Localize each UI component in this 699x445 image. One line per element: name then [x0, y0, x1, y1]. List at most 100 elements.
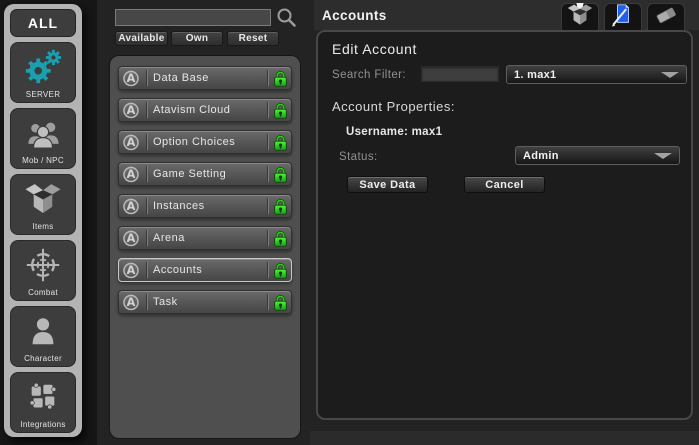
atavism-logo-icon	[122, 101, 140, 119]
divider	[267, 198, 268, 214]
eraser-icon	[654, 3, 678, 32]
sidebar-item-items[interactable]: Items	[10, 174, 76, 235]
divider	[146, 230, 147, 246]
green-lock-icon	[274, 262, 287, 279]
atavism-logo-icon	[122, 197, 140, 215]
sidebar-item-integrations[interactable]: Integrations	[10, 372, 76, 433]
divider	[267, 102, 268, 118]
sidebar-item-combat[interactable]: Combat	[10, 240, 76, 301]
box-icon	[11, 175, 75, 222]
chevron-down-icon	[654, 153, 672, 159]
sidebar-item-label: SERVER	[26, 90, 61, 102]
people-icon	[11, 109, 75, 156]
divider	[267, 134, 268, 150]
status-select[interactable]: Admin	[515, 146, 680, 165]
open-box-icon	[567, 3, 593, 31]
sidebar-item-server[interactable]: SERVER	[10, 42, 76, 103]
account-select-value: 1. max1	[514, 69, 556, 81]
account-properties-heading: Account Properties:	[332, 99, 455, 114]
module-row[interactable]: Task	[118, 290, 292, 314]
atavism-logo-icon	[122, 293, 140, 311]
person-icon	[11, 307, 75, 354]
sidebar-item-label: Character	[24, 354, 62, 366]
module-label: Atavism Cloud	[153, 104, 261, 116]
status-select-value: Admin	[523, 150, 559, 162]
target-icon	[11, 241, 75, 288]
panel-title: Accounts	[322, 0, 387, 30]
sidebar-item-label: Integrations	[20, 420, 65, 432]
username-line: Username: max1	[346, 126, 442, 138]
green-lock-icon	[274, 102, 287, 119]
divider	[267, 230, 268, 246]
divider	[146, 166, 147, 182]
green-lock-icon	[274, 198, 287, 215]
username-value: max1	[412, 126, 443, 138]
atavism-logo-icon	[122, 133, 140, 151]
sidebar-item-label: Combat	[28, 288, 58, 300]
divider	[267, 166, 268, 182]
divider	[146, 294, 147, 310]
box-tab[interactable]	[561, 3, 599, 30]
module-row[interactable]: Instances	[118, 194, 292, 218]
module-row[interactable]: Accounts	[118, 258, 292, 282]
category-sidebar: ALL SERVER Mob / NPC Items Combat Charac…	[4, 4, 82, 437]
module-list: Data Base Atavism Cloud Option Choices	[110, 56, 300, 438]
module-label: Data Base	[153, 72, 261, 84]
edit-account-panel: Edit Account Search Filter: 1. max1 Acco…	[316, 30, 693, 420]
module-label: Instances	[153, 200, 261, 212]
module-row[interactable]: Option Choices	[118, 130, 292, 154]
divider	[146, 198, 147, 214]
save-data-button[interactable]: Save Data	[347, 176, 428, 193]
divider	[146, 134, 147, 150]
atavism-logo-icon	[122, 261, 140, 279]
divider	[267, 70, 268, 86]
green-lock-icon	[274, 70, 287, 87]
module-row[interactable]: Data Base	[118, 66, 292, 90]
sidebar-item-mob-npc[interactable]: Mob / NPC	[10, 108, 76, 169]
green-lock-icon	[274, 134, 287, 151]
all-label: ALL	[28, 15, 58, 31]
own-button[interactable]: Own	[171, 31, 223, 46]
search-input[interactable]	[115, 9, 271, 26]
module-row[interactable]: Atavism Cloud	[118, 98, 292, 122]
module-label: Option Choices	[153, 136, 261, 148]
module-row[interactable]: Arena	[118, 226, 292, 250]
green-lock-icon	[274, 230, 287, 247]
search-filter-input[interactable]	[421, 66, 499, 82]
edit-tab[interactable]	[604, 3, 642, 30]
status-label: Status:	[339, 151, 378, 163]
puzzle-icon	[11, 373, 75, 420]
green-lock-icon	[274, 294, 287, 311]
gears-icon	[11, 43, 75, 90]
module-row[interactable]: Game Setting	[118, 162, 292, 186]
atavism-logo-icon	[122, 69, 140, 87]
erase-tab[interactable]	[647, 3, 685, 30]
atavism-logo-icon	[122, 165, 140, 183]
sidebar-item-all[interactable]: ALL	[10, 9, 76, 37]
available-button[interactable]: Available	[115, 31, 168, 46]
sidebar-item-character[interactable]: Character	[10, 306, 76, 367]
username-label: Username:	[346, 126, 408, 138]
bottom-scroll-track	[310, 431, 699, 445]
magnifier-icon[interactable]	[276, 7, 296, 27]
module-label: Game Setting	[153, 168, 261, 180]
divider	[146, 102, 147, 118]
divider	[146, 262, 147, 278]
chevron-down-icon	[661, 72, 679, 78]
divider	[146, 70, 147, 86]
cancel-button[interactable]: Cancel	[464, 176, 545, 193]
atavism-logo-icon	[122, 229, 140, 247]
divider	[267, 294, 268, 310]
green-lock-icon	[274, 166, 287, 183]
sidebar-item-label: Items	[32, 222, 53, 234]
module-label: Accounts	[153, 264, 261, 276]
divider	[267, 262, 268, 278]
module-label: Task	[153, 296, 261, 308]
account-select[interactable]: 1. max1	[506, 65, 687, 84]
atavism-editor-window: ALL SERVER Mob / NPC Items Combat Charac…	[0, 0, 699, 445]
edit-note-icon	[611, 3, 635, 32]
sidebar-item-label: Mob / NPC	[22, 156, 64, 168]
module-label: Arena	[153, 232, 261, 244]
search-filter-label: Search Filter:	[332, 69, 406, 81]
reset-button[interactable]: Reset	[227, 31, 279, 46]
